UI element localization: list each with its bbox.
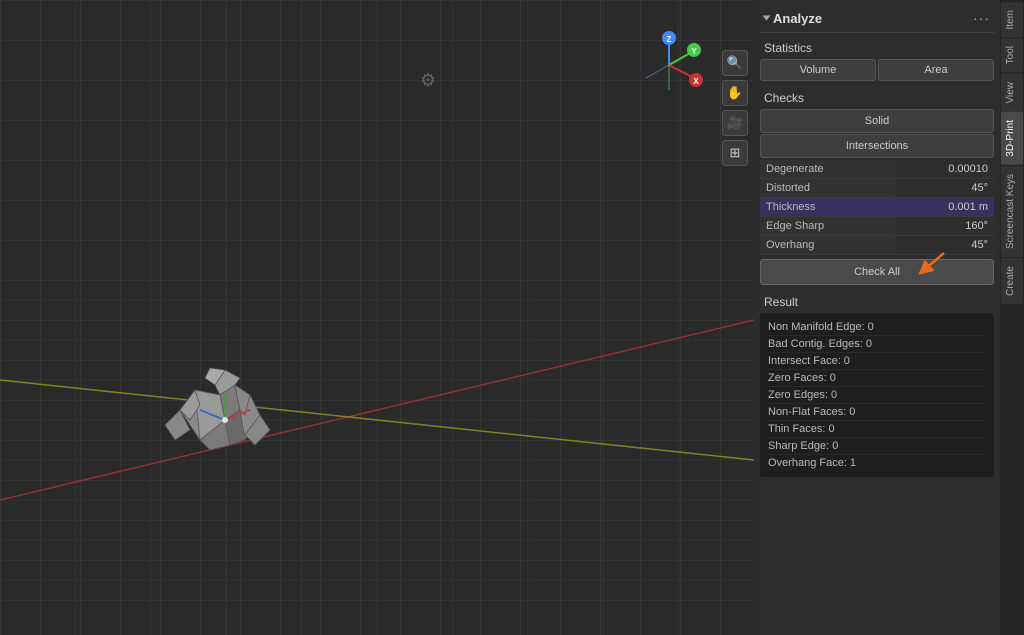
- right-panel: Analyze ··· Statistics Volume Area Check…: [754, 0, 1024, 635]
- panel-content: Analyze ··· Statistics Volume Area Check…: [754, 0, 1000, 635]
- result-row: Intersect Face: 0: [768, 353, 986, 370]
- result-row: Non Manifold Edge: 0: [768, 319, 986, 336]
- check-value: 0.00010: [895, 160, 994, 179]
- analyze-title-text: Analyze: [773, 11, 822, 26]
- check-value: 160°: [895, 217, 994, 236]
- checks-section: Checks Solid Intersections Degenerate 0.…: [760, 89, 994, 293]
- volume-button[interactable]: Volume: [760, 59, 876, 81]
- result-row: Non-Flat Faces: 0: [768, 404, 986, 421]
- statistics-label: Statistics: [760, 39, 994, 59]
- svg-text:Z: Z: [667, 35, 672, 44]
- collapse-icon[interactable]: [763, 16, 771, 21]
- result-box: Non Manifold Edge: 0Bad Contig. Edges: 0…: [760, 313, 994, 477]
- panel-tabs: ItemToolView3D-PrintScreencast KeysCreat…: [1000, 0, 1024, 635]
- 3d-object: [160, 340, 270, 440]
- pan-tool[interactable]: ✋: [722, 80, 748, 106]
- svg-text:Y: Y: [691, 47, 697, 56]
- result-row: Zero Faces: 0: [768, 370, 986, 387]
- grid-tool[interactable]: ⊞: [722, 140, 748, 166]
- check-name: Thickness: [760, 198, 895, 217]
- check-all-button[interactable]: Check All: [760, 259, 994, 285]
- check-name: Overhang: [760, 236, 895, 255]
- settings-icon[interactable]: ⚙: [420, 70, 436, 91]
- viewport[interactable]: Z Y X 🔍 ✋ 🎥 ⊞ ⚙: [0, 0, 754, 635]
- zoom-tool[interactable]: 🔍: [722, 50, 748, 76]
- check-row[interactable]: Overhang 45°: [760, 236, 994, 255]
- check-value: 0.001 m: [895, 198, 994, 217]
- orientation-gizmo[interactable]: Z Y X: [634, 30, 704, 100]
- statistics-section: Statistics Volume Area: [760, 39, 994, 81]
- checks-label: Checks: [760, 89, 994, 109]
- solid-button[interactable]: Solid: [760, 109, 994, 133]
- panel-tab-screencast-keys[interactable]: Screencast Keys: [1001, 166, 1023, 257]
- analyze-header: Analyze ···: [760, 6, 994, 33]
- area-button[interactable]: Area: [878, 59, 994, 81]
- result-row: Bad Contig. Edges: 0: [768, 336, 986, 353]
- check-name: Distorted: [760, 179, 895, 198]
- check-value: 45°: [895, 236, 994, 255]
- result-label: Result: [760, 293, 994, 313]
- panel-menu-button[interactable]: ···: [973, 10, 990, 26]
- check-row[interactable]: Degenerate 0.00010: [760, 160, 994, 179]
- check-row[interactable]: Edge Sharp 160°: [760, 217, 994, 236]
- check-name: Edge Sharp: [760, 217, 895, 236]
- check-row[interactable]: Distorted 45°: [760, 179, 994, 198]
- result-section: Result Non Manifold Edge: 0Bad Contig. E…: [760, 293, 994, 477]
- result-row: Zero Edges: 0: [768, 387, 986, 404]
- result-row: Sharp Edge: 0: [768, 438, 986, 455]
- panel-tab-3d-print[interactable]: 3D-Print: [1001, 112, 1023, 165]
- panel-tab-create[interactable]: Create: [1001, 258, 1023, 304]
- panel-tab-item[interactable]: Item: [1001, 2, 1023, 37]
- analyze-title: Analyze: [764, 11, 822, 26]
- panel-tab-tool[interactable]: Tool: [1001, 38, 1023, 72]
- panel-tab-view[interactable]: View: [1001, 74, 1023, 112]
- check-value: 45°: [895, 179, 994, 198]
- check-row[interactable]: Thickness 0.001 m: [760, 198, 994, 217]
- checks-table: Degenerate 0.00010Distorted 45°Thickness…: [760, 160, 994, 255]
- result-row: Thin Faces: 0: [768, 421, 986, 438]
- check-name: Degenerate: [760, 160, 895, 179]
- result-row: Overhang Face: 1: [768, 455, 986, 471]
- statistics-buttons: Volume Area: [760, 59, 994, 81]
- svg-text:X: X: [693, 77, 699, 86]
- intersections-button[interactable]: Intersections: [760, 134, 994, 158]
- viewport-toolbar: 🔍 ✋ 🎥 ⊞: [722, 50, 748, 166]
- camera-tool[interactable]: 🎥: [722, 110, 748, 136]
